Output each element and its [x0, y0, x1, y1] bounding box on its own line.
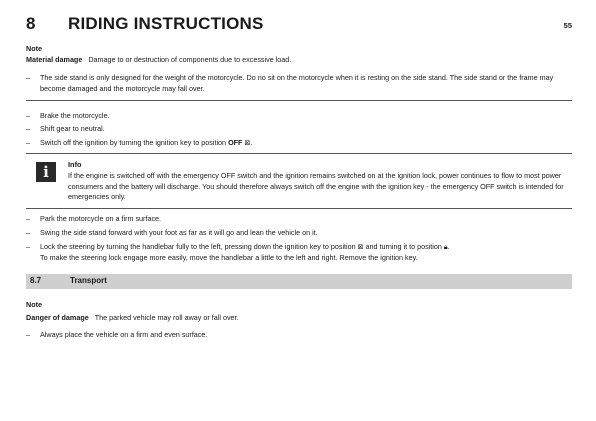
list-item-text: Park the motorcycle on a firm surface. — [40, 214, 162, 223]
list-item: – Shift gear to neutral. — [26, 124, 572, 135]
section-header: 8.7 Transport — [26, 274, 572, 289]
list-item: – Swing the side stand forward with your… — [26, 228, 572, 239]
list-item-text: Shift gear to neutral. — [40, 124, 105, 133]
note-bullet-text: The side stand is only designed for the … — [40, 73, 554, 93]
section-title: Transport — [70, 276, 107, 285]
list-item-text: Switch off the ignition by turning the i… — [40, 138, 253, 147]
page-number: 55 — [563, 21, 572, 30]
info-icon: i — [36, 162, 56, 182]
chapter-number: 8 — [26, 14, 36, 33]
note-text: The parked vehicle may roll away or fall… — [94, 313, 239, 322]
info-text: If the engine is switched off with the e… — [68, 171, 564, 201]
list-item-text: Brake the motorcycle. — [40, 111, 110, 120]
list-item: – Brake the motorcycle. — [26, 111, 572, 122]
list-item: – Lock the steering by turning the handl… — [26, 242, 572, 263]
note-heading: Note — [26, 300, 42, 309]
list-item: – Park the motorcycle on a firm surface. — [26, 214, 572, 225]
divider — [26, 100, 572, 101]
list-item-text: Lock the steering by turning the handleb… — [40, 242, 450, 262]
divider — [26, 208, 572, 209]
manual-page: 8 RIDING INSTRUCTIONS 55 Note Material d… — [0, 0, 596, 421]
section-number: 8.7 — [30, 276, 42, 285]
bullet-dash: – — [26, 73, 30, 82]
info-title: Info — [68, 160, 82, 169]
note-text: Damage to or destruction of components d… — [88, 55, 292, 64]
chapter-title: RIDING INSTRUCTIONS — [68, 14, 264, 33]
note-heading: Note — [26, 44, 42, 53]
note-warning: Danger of damage The parked vehicle may r… — [26, 313, 572, 324]
note-bullet: – The side stand is only designed for th… — [26, 73, 572, 94]
off-position: OFF — [228, 138, 243, 147]
note-label: Danger of damage — [26, 313, 89, 322]
note-label: Material damage — [26, 55, 83, 64]
note-bullet: – Always place the vehicle on a firm and… — [26, 330, 572, 341]
list-item-text: Swing the side stand forward with your f… — [40, 228, 318, 237]
note-warning: Material damage Damage to or destruction … — [26, 55, 572, 66]
note-bullet-text: Always place the vehicle on a firm and e… — [40, 330, 208, 339]
page-header: 8 RIDING INSTRUCTIONS 55 — [26, 14, 572, 36]
list-item: – Switch off the ignition by turning the… — [26, 138, 572, 149]
divider — [26, 153, 572, 154]
